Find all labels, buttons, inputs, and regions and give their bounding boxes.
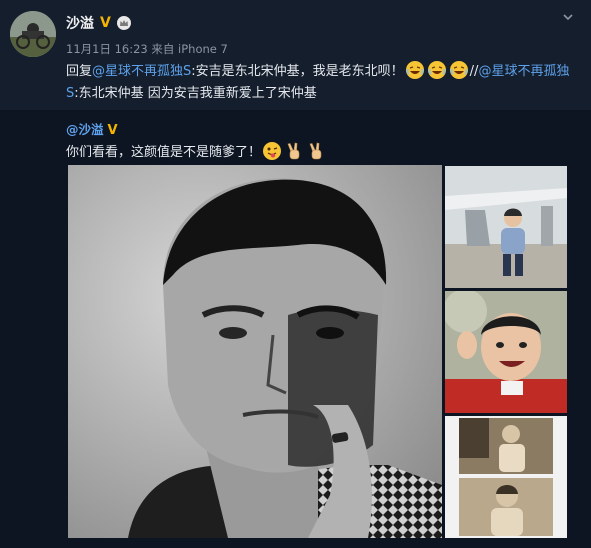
author-avatar[interactable] (10, 11, 56, 57)
post-text: 回复@星球不再孤独S:安吉是东北宋仲基，我是老东北呗！//@星球不再孤独S:东北… (66, 60, 576, 105)
portrait-photo[interactable] (68, 165, 442, 538)
author-name[interactable]: 沙溢 (66, 13, 94, 33)
emoji-laugh-icon (404, 61, 426, 79)
emoji-wink-tongue-icon (261, 142, 283, 160)
repost-text: 你们看看，这颜值是不是随爹了！ (66, 141, 327, 161)
thumbnail-photo-sepia[interactable] (445, 416, 567, 538)
chevron-down-icon[interactable] (561, 10, 575, 24)
author-row: 沙溢 V (66, 13, 131, 33)
repost-author-row: @沙溢 V (66, 119, 118, 138)
thumbnail-photo-airplane[interactable] (445, 166, 567, 288)
emoji-laugh-icon (448, 61, 470, 79)
emoji-laugh-icon (426, 61, 448, 79)
thumbnail-photo-boy-red[interactable] (445, 291, 567, 413)
crown-icon (116, 16, 131, 30)
verified-icon: V (100, 15, 111, 31)
emoji-victory-icon (283, 142, 305, 160)
post-text-part2: :东北宋仲基 因为安吉我重新爱上了宋仲基 (74, 86, 317, 101)
post-text-part1: :安吉是东北宋仲基，我是老东北呗！ (191, 64, 404, 79)
repost-author-link[interactable]: @沙溢 (66, 122, 104, 137)
verified-icon: V (107, 123, 118, 138)
avatar-image (10, 11, 56, 57)
emoji-victory-icon (305, 142, 327, 160)
post-meta: 11月1日 16:23 来自 iPhone 7 (66, 42, 228, 56)
reply-prefix: 回复 (66, 64, 93, 79)
mention-link[interactable]: @星球不再孤独S (92, 64, 191, 79)
repost-text-content: 你们看看，这颜值是不是随爹了！ (66, 145, 262, 160)
